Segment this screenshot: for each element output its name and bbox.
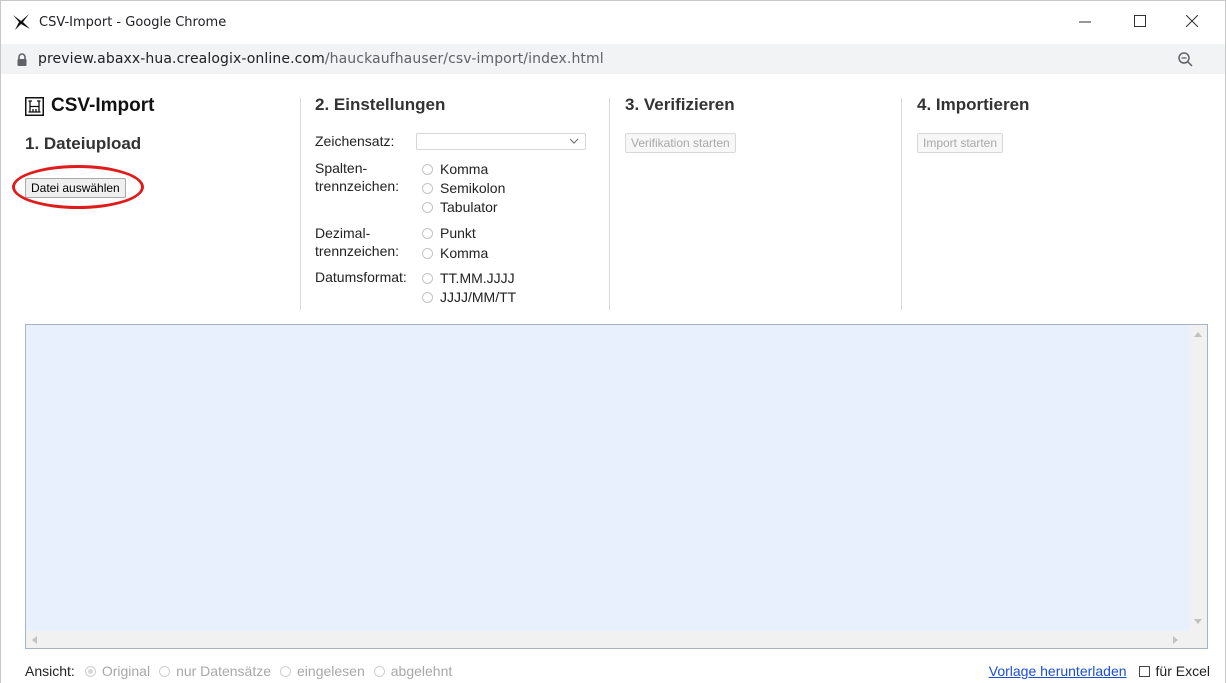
address-bar[interactable]: preview.abaxx-hua.crealogix-online.com/h… — [1, 44, 1225, 74]
upload-column: CSV-Import 1. Dateiupload — [25, 95, 154, 154]
step2-title: 2. Einstellungen — [315, 95, 446, 114]
separator-option-semicolon[interactable]: Semikolon — [422, 178, 505, 198]
app-star-icon — [13, 14, 30, 30]
separator-label-2: trennzeichen: — [315, 178, 400, 194]
horizontal-scrollbar[interactable] — [26, 631, 1190, 648]
radio-icon[interactable] — [280, 665, 292, 677]
scroll-down-icon[interactable] — [1194, 619, 1202, 625]
page-content: CSV-Import 1. Dateiupload Datei auswähle… — [1, 77, 1225, 683]
csv-preview-textarea[interactable] — [25, 324, 1208, 649]
minimize-icon — [1079, 21, 1091, 23]
date-format-label: Datumsformat: — [315, 269, 407, 285]
view-option-original[interactable]: Original — [84, 663, 151, 679]
step1-title: 1. Dateiupload — [25, 134, 142, 153]
decimal-label-1: Dezimal- — [315, 225, 371, 241]
view-option-records[interactable]: nur Datensätze — [159, 663, 271, 679]
close-button[interactable] — [1177, 9, 1207, 33]
excel-checkbox-label: für Excel — [1155, 663, 1210, 679]
separator-option-comma[interactable]: Komma — [422, 159, 488, 179]
radio-icon[interactable] — [159, 665, 171, 677]
scroll-right-icon[interactable] — [1173, 636, 1179, 644]
zoom-icon[interactable] — [1177, 51, 1194, 68]
scroll-left-icon[interactable] — [31, 636, 37, 644]
settings-column: 2. Einstellungen — [315, 95, 445, 115]
radio-icon[interactable] — [422, 163, 433, 175]
footer-actions: Vorlage herunterladen für Excel — [989, 661, 1210, 681]
start-verification-button[interactable]: Verifikation starten — [625, 133, 736, 153]
charset-select[interactable] — [416, 133, 586, 150]
highlight-ellipse — [12, 165, 144, 209]
radio-icon[interactable] — [422, 247, 433, 259]
app-header: CSV-Import — [25, 95, 154, 117]
radio-icon[interactable] — [84, 665, 96, 677]
title-bar: CSV-Import - Google Chrome — [1, 1, 1225, 41]
building-logo-icon — [25, 96, 44, 116]
decimal-option-point[interactable]: Punkt — [422, 223, 476, 243]
radio-icon[interactable] — [422, 272, 433, 284]
radio-icon[interactable] — [373, 665, 385, 677]
import-column: 4. Importieren — [917, 95, 1029, 115]
maximize-icon — [1134, 15, 1146, 27]
url-path: /hauckaufhauser/csv-import/index.html — [324, 51, 604, 67]
separator-label-1: Spalten- — [315, 160, 368, 176]
view-option-rejected[interactable]: abgelehnt — [373, 663, 453, 679]
column-divider — [300, 98, 301, 310]
lock-icon — [17, 53, 27, 66]
radio-icon[interactable] — [422, 227, 433, 239]
option-label: nur Datensätze — [176, 663, 272, 679]
option-label: Original — [101, 663, 151, 679]
option-label: Semikolon — [440, 180, 506, 196]
view-footer: Ansicht: Original nur Datensätze eingele… — [25, 661, 1210, 681]
separator-option-tab[interactable]: Tabulator — [422, 197, 498, 217]
date-option-ddmmyyyy[interactable]: TT.MM.JJJJ — [422, 268, 515, 288]
vertical-scrollbar[interactable] — [1190, 325, 1207, 648]
option-label: eingelesen — [297, 663, 365, 679]
close-icon — [1186, 15, 1198, 27]
option-label: JJJJ/MM/TT — [440, 289, 517, 305]
radio-icon[interactable] — [422, 201, 433, 213]
view-label: Ansicht: — [25, 663, 75, 679]
option-label: TT.MM.JJJJ — [440, 270, 515, 286]
option-label: Tabulator — [440, 199, 498, 215]
option-label: Komma — [440, 161, 489, 177]
start-import-button[interactable]: Import starten — [917, 133, 1004, 153]
radio-icon[interactable] — [422, 182, 433, 194]
window-title: CSV-Import - Google Chrome — [39, 15, 227, 30]
radio-icon[interactable] — [422, 291, 433, 303]
view-option-loaded[interactable]: eingelesen — [280, 663, 365, 679]
chevron-down-icon — [569, 138, 579, 144]
url-text[interactable]: preview.abaxx-hua.crealogix-online.com/h… — [38, 51, 604, 67]
verify-column: 3. Verifizieren — [625, 95, 735, 115]
minimize-button[interactable] — [1070, 9, 1100, 33]
date-option-yyyymmdd[interactable]: JJJJ/MM/TT — [422, 287, 516, 307]
step4-title: 4. Importieren — [917, 95, 1030, 114]
decimal-option-comma[interactable]: Komma — [422, 243, 488, 263]
download-template-link[interactable]: Vorlage herunterladen — [989, 663, 1127, 679]
charset-label: Zeichensatz: — [315, 133, 395, 149]
url-host: preview.abaxx-hua.crealogix-online.com — [38, 51, 325, 67]
option-label: Komma — [440, 245, 489, 261]
app-title: CSV-Import — [51, 95, 155, 116]
option-label: abgelehnt — [390, 663, 453, 679]
column-divider — [901, 98, 902, 310]
scroll-up-icon[interactable] — [1194, 331, 1202, 337]
decimal-label-2: trennzeichen: — [315, 243, 400, 259]
column-divider — [609, 98, 610, 310]
option-label: Punkt — [440, 225, 476, 241]
maximize-button[interactable] — [1125, 9, 1155, 33]
browser-window: CSV-Import - Google Chrome preview.abaxx… — [0, 0, 1226, 683]
step3-title: 3. Verifizieren — [625, 95, 735, 114]
excel-checkbox[interactable] — [1138, 665, 1150, 677]
